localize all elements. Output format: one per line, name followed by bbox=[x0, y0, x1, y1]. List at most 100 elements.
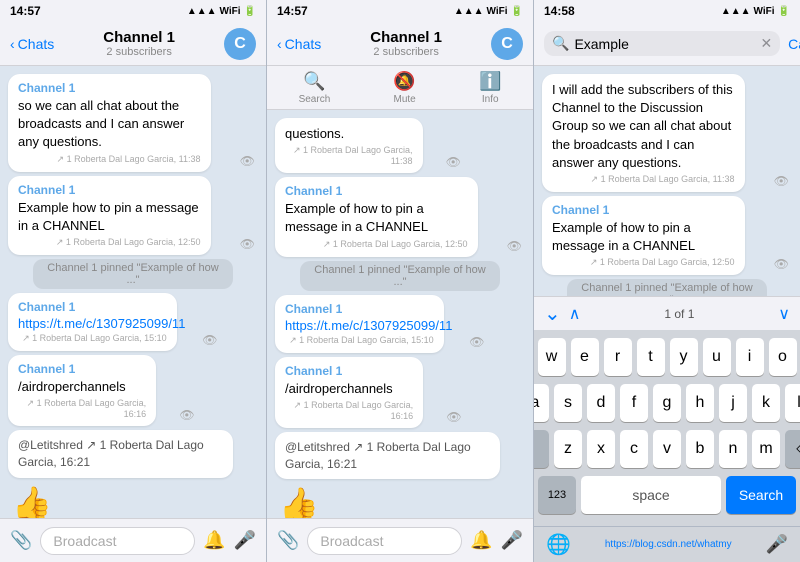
key-o[interactable]: o bbox=[769, 338, 797, 376]
bell-icon-1[interactable]: 🔔 bbox=[203, 530, 225, 551]
key-f[interactable]: f bbox=[620, 384, 648, 422]
space-key[interactable]: space bbox=[581, 476, 721, 514]
key-i[interactable]: i bbox=[736, 338, 764, 376]
pagination-bar: ⌄ ∧ 1 of 1 ∨ bbox=[534, 296, 800, 330]
key-k[interactable]: k bbox=[752, 384, 780, 422]
status-bar-1: 14:57 ▲▲▲ WiFi 🔋 bbox=[0, 0, 266, 22]
key-g[interactable]: g bbox=[653, 384, 681, 422]
search-key[interactable]: Search bbox=[726, 476, 796, 514]
attachment-icon-2[interactable]: 📎 bbox=[277, 530, 299, 551]
search-toolbar-item[interactable]: 🔍 Search bbox=[299, 71, 331, 105]
backspace-key[interactable]: ⌫ bbox=[785, 430, 800, 468]
channel-label: Channel 1 bbox=[285, 184, 468, 198]
key-u[interactable]: u bbox=[703, 338, 731, 376]
message-text: https://t.me/c/1307925099/11 bbox=[18, 316, 167, 331]
key-l[interactable]: l bbox=[785, 384, 800, 422]
chat-area-1: Channel 1so we can all chat about the br… bbox=[0, 66, 266, 518]
avatar-2[interactable]: C bbox=[491, 28, 523, 60]
key-d[interactable]: d bbox=[587, 384, 615, 422]
wifi-icon-3: WiFi bbox=[754, 6, 775, 17]
key-w[interactable]: w bbox=[538, 338, 566, 376]
eye-icon: 👁 bbox=[446, 410, 461, 424]
key-z[interactable]: z bbox=[554, 430, 582, 468]
search-results-area: I will add the subscribers of this Chann… bbox=[534, 66, 800, 296]
chat-area-2: questions.↗ 1 Roberta Dal Lago Garcia, 1… bbox=[267, 110, 533, 518]
key-v[interactable]: v bbox=[653, 430, 681, 468]
message-meta: ↗ 1 Roberta Dal Lago Garcia, 15:10 bbox=[18, 333, 167, 344]
wifi-icon-2: WiFi bbox=[487, 6, 508, 17]
key-y[interactable]: y bbox=[670, 338, 698, 376]
keyboard-row-2: ⇧zxcvbnm⌫ bbox=[538, 430, 796, 468]
key-j[interactable]: j bbox=[719, 384, 747, 422]
prev-result-button[interactable]: ∧ bbox=[569, 304, 581, 324]
keyboard: qwertyuiopasdfghjkl⇧zxcvbnm⌫123spaceSear… bbox=[534, 330, 800, 526]
key-c[interactable]: c bbox=[620, 430, 648, 468]
message-bubble: Channel 1Example how to pin a message in… bbox=[8, 176, 211, 255]
message-meta: ↗ 1 Roberta Dal Lago Garcia, 12:50 bbox=[18, 237, 201, 248]
bell-icon-2[interactable]: 🔔 bbox=[470, 530, 492, 551]
key-t[interactable]: t bbox=[637, 338, 665, 376]
globe-icon[interactable]: 🌐 bbox=[546, 532, 571, 557]
broadcast-input-1[interactable]: Broadcast bbox=[40, 527, 195, 555]
mic-icon-2[interactable]: 🎤 bbox=[501, 530, 523, 551]
back-button-2[interactable]: ‹ Chats bbox=[277, 36, 321, 52]
eye-icon: 👁 bbox=[774, 257, 789, 271]
status-icons-3: ▲▲▲ WiFi 🔋 bbox=[721, 6, 790, 17]
message-text: https://t.me/c/1307925099/11 bbox=[285, 318, 434, 333]
key-x[interactable]: x bbox=[587, 430, 615, 468]
broadcast-input-2[interactable]: Broadcast bbox=[307, 527, 462, 555]
attachment-icon-1[interactable]: 📎 bbox=[10, 530, 32, 551]
eye-icon: 👁 bbox=[469, 335, 484, 349]
message-text: 👍 bbox=[279, 485, 408, 518]
keyboard-row-1: asdfghjkl bbox=[538, 384, 796, 422]
next-result-button[interactable]: ∨ bbox=[778, 304, 790, 324]
key-n[interactable]: n bbox=[719, 430, 747, 468]
eye-icon: 👁 bbox=[507, 239, 522, 253]
message-bubble: Channel 1so we can all chat about the br… bbox=[8, 74, 211, 172]
signal-icon-3: ▲▲▲ bbox=[721, 6, 751, 17]
eye-icon: 👁 bbox=[446, 155, 461, 169]
mute-toolbar-item[interactable]: 🔕 Mute bbox=[393, 71, 415, 105]
expand-button[interactable]: ⌄ bbox=[544, 301, 561, 326]
key-s[interactable]: s bbox=[554, 384, 582, 422]
system-message: Channel 1 pinned "Example of how ..." bbox=[567, 279, 767, 296]
message-bubble: Channel 1/airdroperchannels↗ 1 Roberta D… bbox=[275, 357, 423, 428]
key-h[interactable]: h bbox=[686, 384, 714, 422]
search-input[interactable] bbox=[574, 36, 755, 52]
cancel-search-button[interactable]: Cancel bbox=[788, 36, 800, 52]
search-bar-3: 🔍 ✕ Cancel bbox=[534, 22, 800, 66]
back-button-1[interactable]: ‹ Chats bbox=[10, 36, 54, 52]
info-toolbar-item[interactable]: ℹ️ Info bbox=[479, 71, 501, 105]
avatar-1[interactable]: C bbox=[224, 28, 256, 60]
page-label: 1 of 1 bbox=[588, 307, 770, 321]
system-message: Channel 1 pinned "Example of how ..." bbox=[300, 261, 500, 291]
channel-label: Channel 1 bbox=[552, 203, 735, 217]
eye-icon: 👁 bbox=[240, 154, 255, 168]
mic-icon-1[interactable]: 🎤 bbox=[234, 530, 256, 551]
shift-key[interactable]: ⇧ bbox=[534, 430, 549, 468]
mention-text: @Letitshred ↗ 1 Roberta Dal Lago Garcia,… bbox=[18, 437, 223, 471]
mic-icon-3[interactable]: 🎤 bbox=[766, 534, 788, 555]
key-a[interactable]: a bbox=[534, 384, 549, 422]
message-bubble: @Letitshred ↗ 1 Roberta Dal Lago Garcia,… bbox=[275, 432, 500, 480]
message-text: /airdroperchannels bbox=[285, 380, 413, 398]
nav-bar-2: ‹ Chats Channel 1 2 subscribers C bbox=[267, 22, 533, 66]
back-label-1: Chats bbox=[18, 36, 55, 52]
input-bar-2: 📎 Broadcast 🔔 🎤 bbox=[267, 518, 533, 562]
system-message: Channel 1 pinned "Example of how ..." bbox=[33, 259, 233, 289]
channel-label: Channel 1 bbox=[18, 362, 146, 376]
key-b[interactable]: b bbox=[686, 430, 714, 468]
keyboard-bottom-row: 123spaceSearch bbox=[538, 476, 796, 514]
chevron-left-icon-1: ‹ bbox=[10, 36, 15, 52]
clear-search-button[interactable]: ✕ bbox=[760, 35, 772, 52]
key-e[interactable]: e bbox=[571, 338, 599, 376]
message-bubble: Channel 1Example of how to pin a message… bbox=[542, 196, 745, 275]
key-m[interactable]: m bbox=[752, 430, 780, 468]
status-bar-2: 14:57 ▲▲▲ WiFi 🔋 bbox=[267, 0, 533, 22]
time-2: 14:57 bbox=[277, 4, 308, 18]
num-key[interactable]: 123 bbox=[538, 476, 576, 514]
subscribers-2: 2 subscribers bbox=[321, 46, 491, 58]
channel-label: Channel 1 bbox=[18, 300, 167, 314]
key-r[interactable]: r bbox=[604, 338, 632, 376]
back-label-2: Chats bbox=[285, 36, 322, 52]
